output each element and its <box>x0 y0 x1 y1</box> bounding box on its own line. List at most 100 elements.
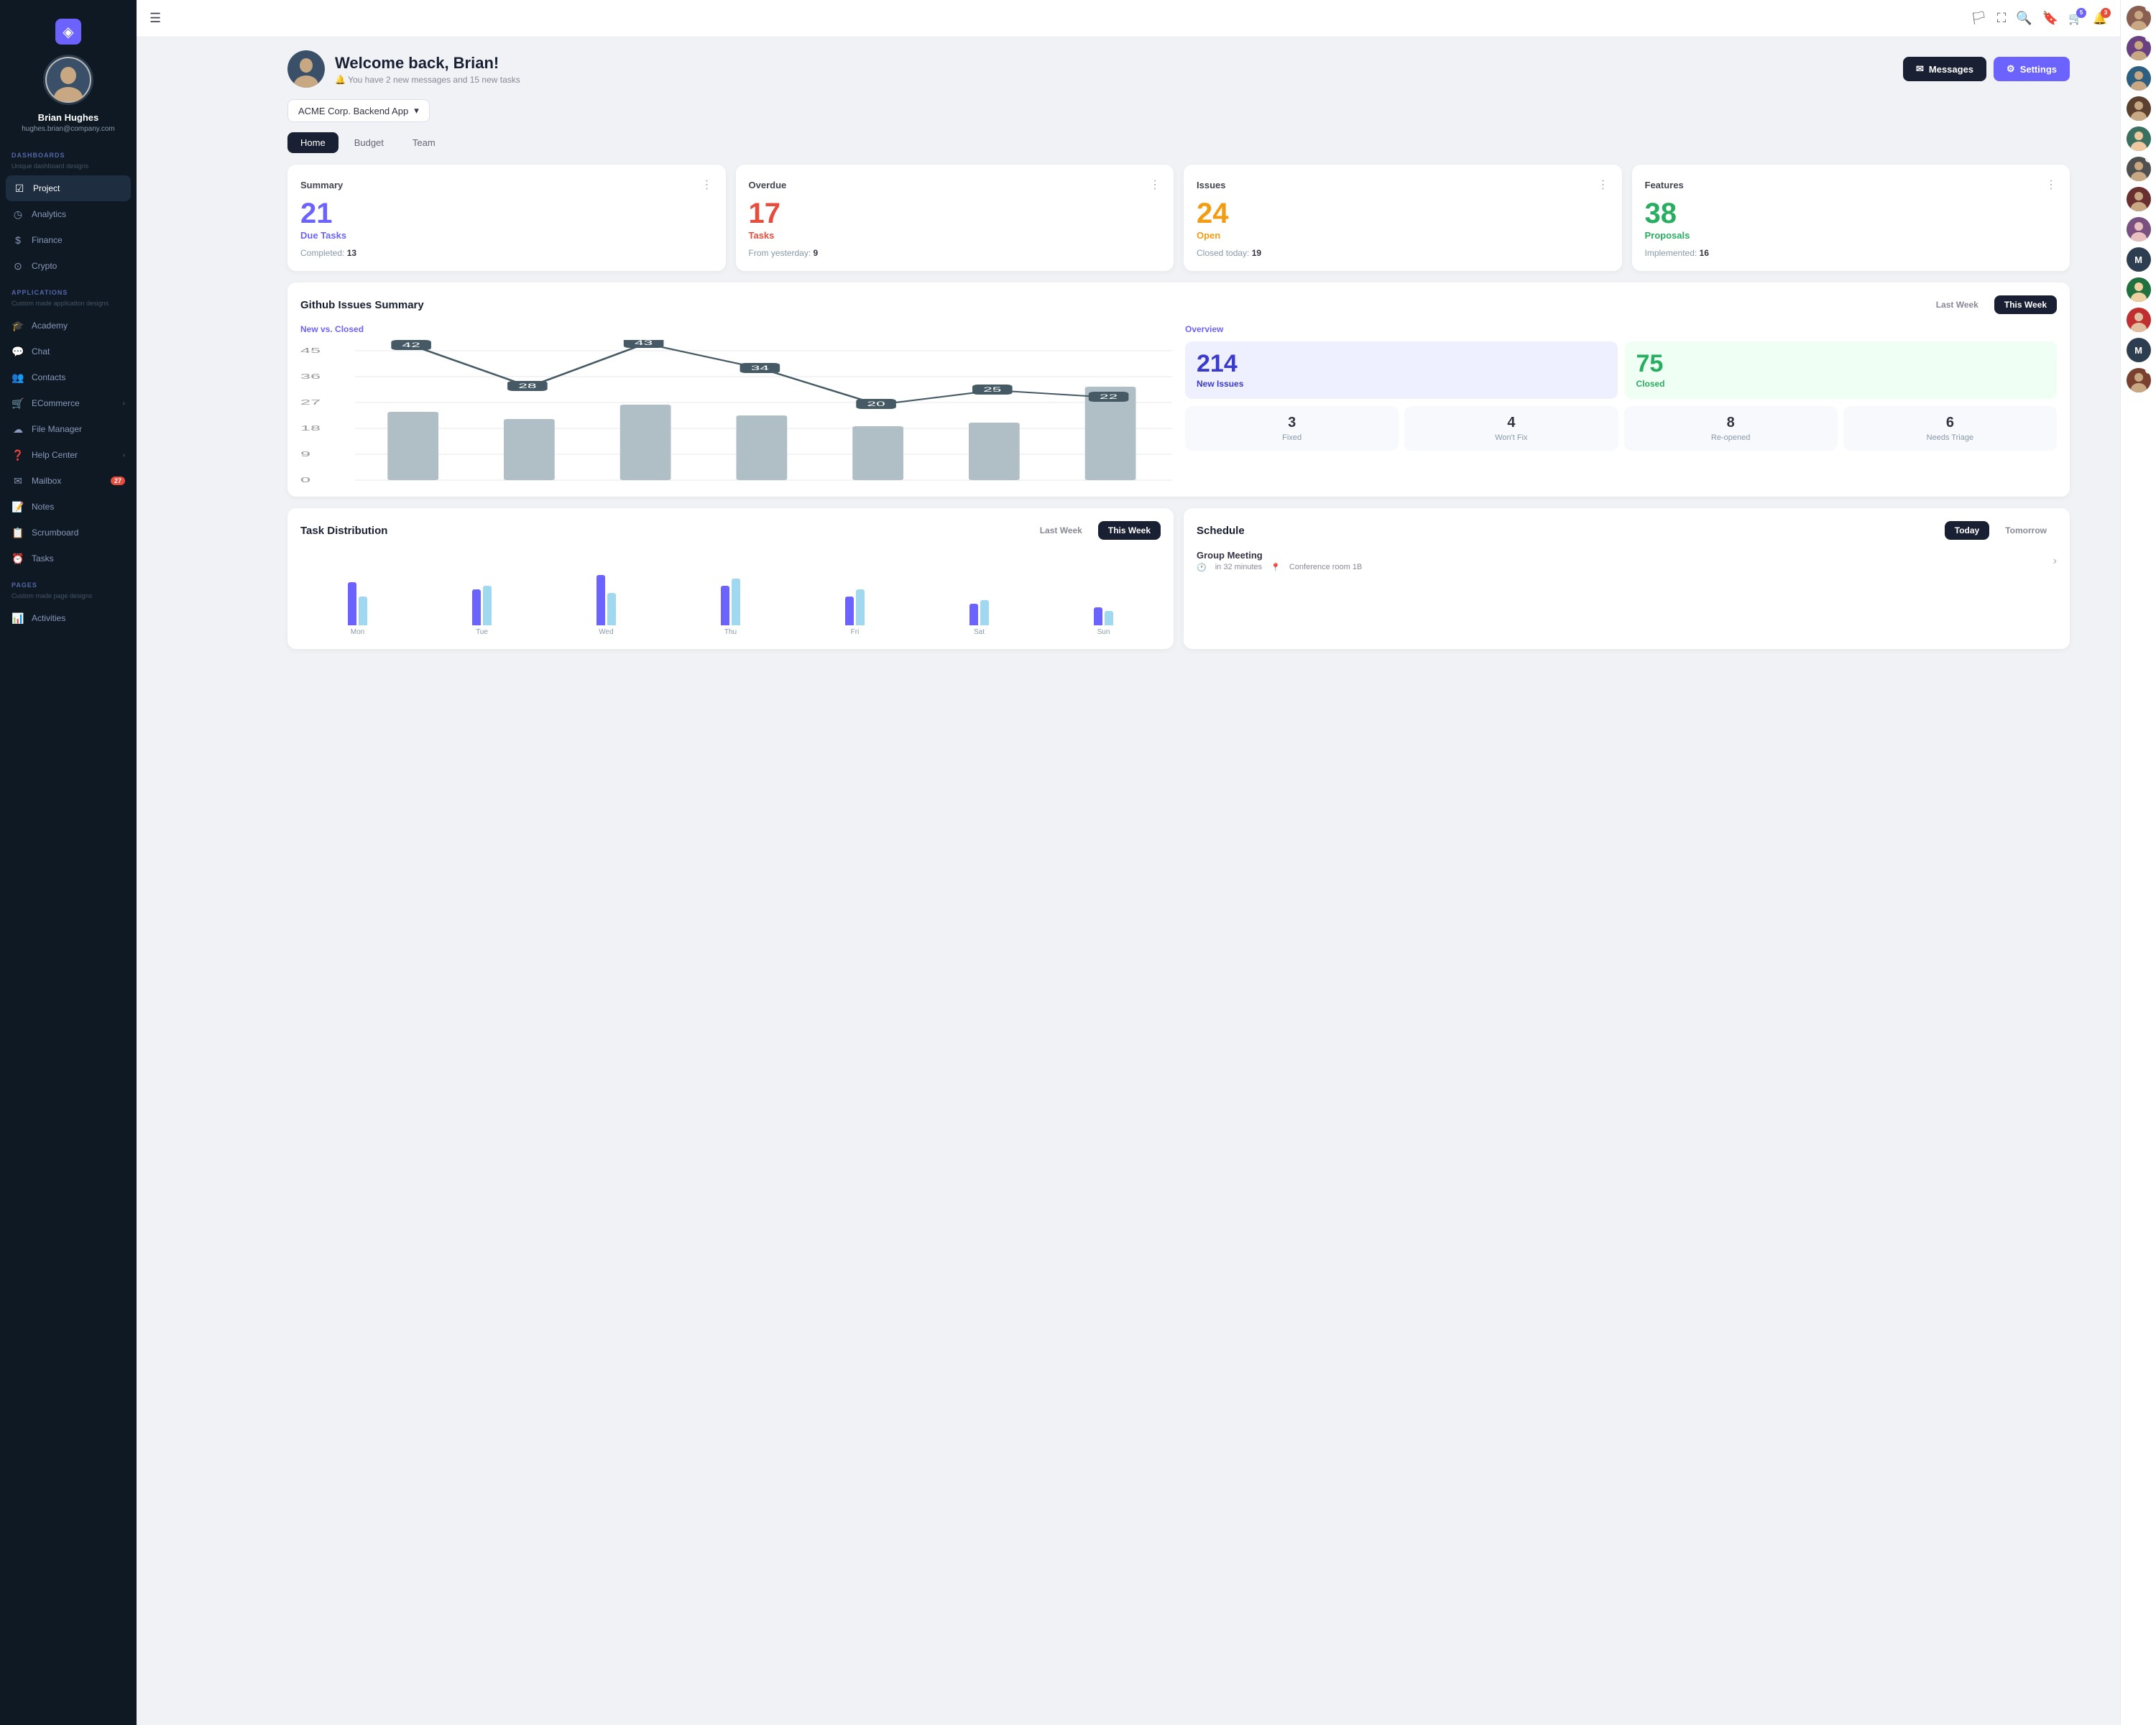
stat-sub-key-overdue: From yesterday: <box>749 248 811 258</box>
svg-text:27: 27 <box>300 399 321 407</box>
bar-label-Tue: Tue <box>476 628 488 636</box>
bar-a-Sun <box>1094 607 1102 625</box>
sidebar-item-mailbox[interactable]: ✉ Mailbox 27 <box>0 468 137 494</box>
helpcenter-icon: ❓ <box>11 448 24 461</box>
stat-menu-issues[interactable]: ⋮ <box>1598 178 1609 192</box>
user-avatar <box>43 55 93 105</box>
section-dashboards: DASHBOARDS <box>0 142 137 162</box>
stat-card-overdue: Overdue ⋮ 17 Tasks From yesterday: 9 <box>736 165 1174 271</box>
sidebar-label-project: Project <box>33 183 60 193</box>
sidebar-item-project[interactable]: ☑ Project <box>6 175 131 201</box>
bar-b-Mon <box>359 597 367 625</box>
svg-text:28: 28 <box>518 382 536 390</box>
sidebar-item-academy[interactable]: 🎓 Academy <box>0 313 137 339</box>
wontfix-num: 4 <box>1410 415 1612 431</box>
right-avatar-3[interactable] <box>2127 96 2151 121</box>
schedule-card: Schedule Today Tomorrow Group Meeting 🕐 … <box>1184 508 2070 649</box>
task-dist-thisweek[interactable]: This Week <box>1098 521 1161 540</box>
right-avatar-8[interactable]: M <box>2127 247 2151 272</box>
tab-team[interactable]: Team <box>400 132 448 153</box>
stat-menu-overdue[interactable]: ⋮ <box>1149 178 1161 192</box>
new-issues-number: 214 <box>1197 351 1606 376</box>
stat-label-overdue: Tasks <box>749 230 1161 241</box>
right-avatar-11[interactable]: M <box>2127 338 2151 362</box>
bar-group-Mon: Mon <box>300 582 415 636</box>
sidebar-label-ecommerce: ECommerce <box>32 398 80 408</box>
flag-icon[interactable]: 🏳 <box>1971 11 1987 26</box>
notes-icon: 📝 <box>11 500 24 513</box>
project-dropdown[interactable]: ACME Corp. Backend App ▾ <box>287 99 430 122</box>
overview-area: Overview 214 New Issues 75 Closed <box>1185 324 2057 484</box>
chart-container: 0 9 18 27 36 45 <box>300 340 1172 484</box>
stat-sub-val-summary: 13 <box>347 248 356 258</box>
sidebar-item-notes[interactable]: 📝 Notes <box>0 494 137 520</box>
bar-label-Sun: Sun <box>1097 628 1110 636</box>
scrumboard-icon: 📋 <box>11 526 24 539</box>
needstriage-num: 6 <box>1849 415 2051 431</box>
sidebar-item-filemanager[interactable]: ☁ File Manager <box>0 416 137 442</box>
stat-cards: Summary ⋮ 21 Due Tasks Completed: 13 Ove… <box>287 165 2070 271</box>
schedule-tomorrow-btn[interactable]: Tomorrow <box>1995 521 2057 540</box>
sidebar-item-finance[interactable]: $ Finance <box>0 227 137 253</box>
ov-reopened: 8 Re-opened <box>1624 406 1838 451</box>
svg-text:25: 25 <box>983 386 1001 393</box>
schedule-item-name: Group Meeting <box>1197 550 1362 561</box>
tasks-icon: ⏰ <box>11 552 24 565</box>
svg-text:0: 0 <box>300 477 310 484</box>
bar-group-Sun: Sun <box>1046 607 1161 636</box>
bar-a-Wed <box>596 575 605 625</box>
github-thisweek-btn[interactable]: This Week <box>1994 295 2057 314</box>
tabs: Home Budget Team <box>287 132 2070 153</box>
right-avatar-7[interactable] <box>2127 217 2151 242</box>
settings-button[interactable]: ⚙ Settings <box>1994 57 2070 81</box>
sidebar-item-activities[interactable]: 📊 Activities <box>0 605 137 631</box>
github-lastweek-btn[interactable]: Last Week <box>1926 295 1989 314</box>
right-avatar-4[interactable] <box>2127 126 2151 151</box>
finance-icon: $ <box>11 234 24 247</box>
task-dist-lastweek[interactable]: Last Week <box>1030 521 1092 540</box>
stat-title-issues: Issues <box>1197 180 1225 190</box>
stat-sub-val-features: 16 <box>1700 248 1709 258</box>
right-avatar-5[interactable] <box>2127 157 2151 181</box>
filemanager-icon: ☁ <box>11 423 24 436</box>
schedule-item-arrow[interactable]: › <box>2053 555 2057 568</box>
bar-label-Sat: Sat <box>974 628 985 636</box>
sidebar-label-mailbox: Mailbox <box>32 476 61 486</box>
page-header-avatar <box>287 50 325 88</box>
messages-button[interactable]: ✉ Messages <box>1903 57 1986 81</box>
sidebar-item-contacts[interactable]: 👥 Contacts <box>0 364 137 390</box>
right-avatar-1[interactable] <box>2127 36 2151 60</box>
expand-icon[interactable]: ⛶ <box>1997 11 2007 26</box>
gear-icon: ⚙ <box>2007 63 2015 75</box>
right-avatar-0[interactable] <box>2127 6 2151 30</box>
sidebar-item-scrumboard[interactable]: 📋 Scrumboard <box>0 520 137 546</box>
sidebar-item-ecommerce[interactable]: 🛒 ECommerce › <box>0 390 137 416</box>
avatar-letter-11: M <box>2134 345 2142 356</box>
search-icon[interactable]: 🔍 <box>2016 11 2032 26</box>
bookmark-icon[interactable]: 🔖 <box>2042 11 2058 26</box>
stat-menu-features[interactable]: ⋮ <box>2045 178 2057 192</box>
sidebar-item-tasks[interactable]: ⏰ Tasks <box>0 546 137 571</box>
sidebar-item-helpcenter[interactable]: ❓ Help Center › <box>0 442 137 468</box>
sidebar-item-chat[interactable]: 💬 Chat <box>0 339 137 364</box>
bar-b-Wed <box>607 593 616 625</box>
tab-budget[interactable]: Budget <box>341 132 397 153</box>
bar-b-Fri <box>856 589 865 625</box>
page-header-info: Welcome back, Brian! 🔔 You have 2 new me… <box>335 54 1903 85</box>
bell-icon: 🔔 <box>335 75 346 85</box>
right-avatar-12[interactable] <box>2127 368 2151 392</box>
location-icon: 📍 <box>1271 563 1281 572</box>
right-avatar-10[interactable] <box>2127 308 2151 332</box>
schedule-today-btn[interactable]: Today <box>1945 521 1989 540</box>
stat-menu-summary[interactable]: ⋮ <box>701 178 713 192</box>
sidebar-item-crypto[interactable]: ⊙ Crypto <box>0 253 137 279</box>
right-avatar-6[interactable] <box>2127 187 2151 211</box>
cart-icon[interactable]: 🛒 5 <box>2068 12 2083 26</box>
right-avatar-9[interactable] <box>2127 277 2151 302</box>
wontfix-label: Won't Fix <box>1410 433 1612 442</box>
sidebar-label-crypto: Crypto <box>32 261 57 271</box>
tab-home[interactable]: Home <box>287 132 338 153</box>
right-avatar-2[interactable] <box>2127 66 2151 91</box>
bar-label-Thu: Thu <box>724 628 737 636</box>
sidebar-item-analytics[interactable]: ◷ Analytics <box>0 201 137 227</box>
